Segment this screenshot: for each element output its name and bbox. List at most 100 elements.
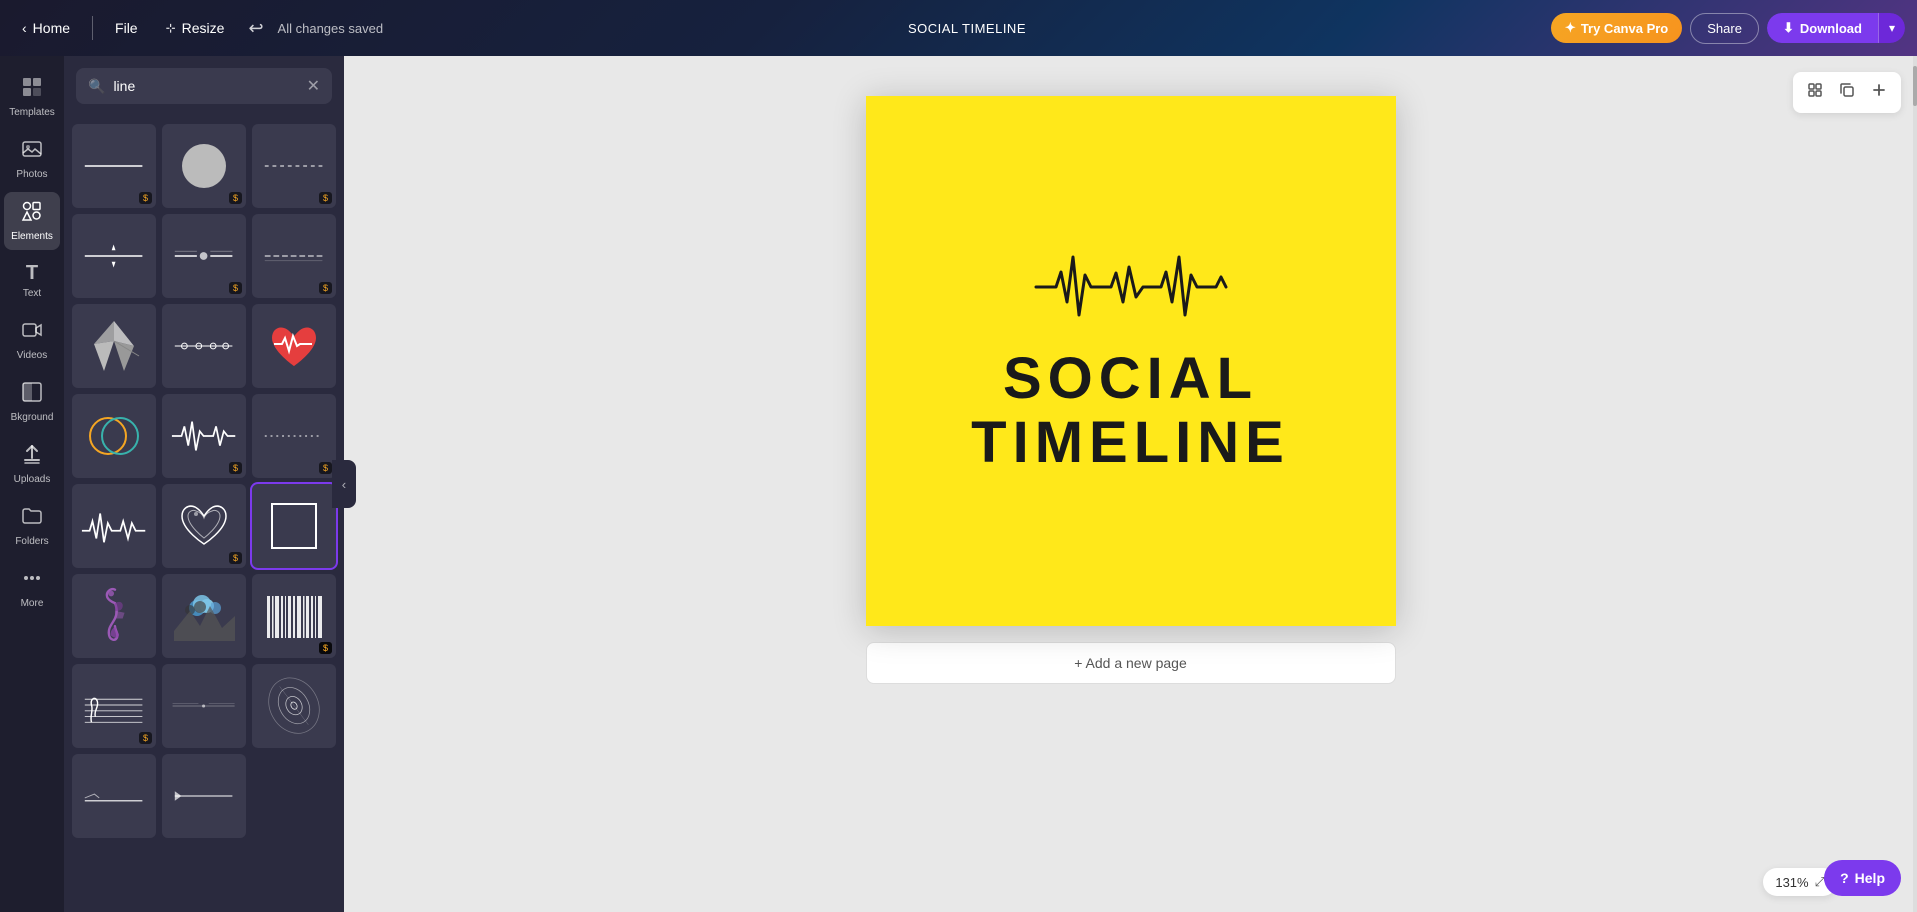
more-icon xyxy=(21,567,43,595)
uploads-icon xyxy=(21,443,43,471)
navbar: ‹ Home File ⊹ Resize ↩ All changes saved… xyxy=(0,0,1917,56)
list-item[interactable] xyxy=(162,664,246,748)
text-icon: T xyxy=(26,262,38,285)
list-item[interactable]: $ xyxy=(162,214,246,298)
sidebar-icons: Templates Photos Elements xyxy=(0,56,64,912)
sidebar-item-label: Folders xyxy=(15,536,48,547)
help-button[interactable]: ? Help xyxy=(1824,860,1901,896)
sidebar-item-folders[interactable]: Folders xyxy=(4,497,60,555)
sidebar-item-photos[interactable]: Photos xyxy=(4,130,60,188)
list-item[interactable]: $ xyxy=(252,214,336,298)
list-item[interactable] xyxy=(72,394,156,478)
list-item[interactable] xyxy=(72,574,156,658)
search-panel: 🔍 ✕ $ $ xyxy=(64,56,344,912)
hide-panel-button[interactable]: ‹ xyxy=(332,460,356,508)
duplicate-page-button[interactable] xyxy=(1835,78,1859,107)
sidebar-item-label: Photos xyxy=(16,169,47,180)
sidebar-item-label: Uploads xyxy=(14,474,51,485)
list-item[interactable]: $ xyxy=(72,124,156,208)
list-item[interactable]: $ xyxy=(252,394,336,478)
download-options-button[interactable]: ▾ xyxy=(1878,13,1905,43)
chevron-down-icon: ▾ xyxy=(1889,21,1895,35)
list-item[interactable]: $ xyxy=(162,124,246,208)
search-icon: 🔍 xyxy=(88,78,105,95)
add-new-page-button[interactable]: + Add a new page xyxy=(866,642,1396,684)
main-area: Templates Photos Elements xyxy=(0,56,1917,912)
templates-icon xyxy=(21,76,43,104)
list-item[interactable] xyxy=(72,304,156,388)
frame-icon xyxy=(1807,85,1823,102)
file-button[interactable]: File xyxy=(105,14,148,42)
download-group: ⬇ Download ▾ xyxy=(1767,13,1905,43)
list-item[interactable] xyxy=(72,754,156,838)
share-button[interactable]: Share xyxy=(1690,13,1759,44)
home-button[interactable]: ‹ Home xyxy=(12,14,80,42)
scroll-indicator xyxy=(1913,56,1917,912)
canvas-title[interactable]: SOCIAL TIMELINE xyxy=(866,347,1396,475)
sidebar-item-videos[interactable]: Videos xyxy=(4,311,60,369)
duplicate-icon xyxy=(1839,85,1855,102)
frame-view-button[interactable] xyxy=(1803,78,1827,107)
undo-button[interactable]: ↩ xyxy=(242,14,269,43)
list-item[interactable] xyxy=(252,304,336,388)
resize-button[interactable]: ⊹ Resize xyxy=(156,14,235,42)
autosave-status: All changes saved xyxy=(278,21,384,36)
download-icon: ⬇ xyxy=(1783,20,1794,36)
list-item[interactable] xyxy=(252,484,336,568)
sidebar-item-more[interactable]: More xyxy=(4,559,60,617)
nav-right-actions: ✦ Try Canva Pro Share ⬇ Download ▾ xyxy=(1551,13,1905,44)
add-page-icon-button[interactable] xyxy=(1867,78,1891,107)
list-item[interactable]: $ xyxy=(162,484,246,568)
design-canvas[interactable]: SOCIAL TIMELINE xyxy=(866,96,1396,626)
plus-icon xyxy=(1871,85,1887,102)
sidebar-item-label: Elements xyxy=(11,231,53,242)
search-box: 🔍 ✕ xyxy=(64,56,344,116)
elements-grid: $ $ $ xyxy=(64,116,344,846)
zoom-level: 131% xyxy=(1775,875,1808,890)
search-input-wrapper: 🔍 ✕ xyxy=(76,68,332,104)
canvas-wrapper: SOCIAL TIMELINE + Add a new page xyxy=(866,96,1396,684)
resize-icon: ⊹ xyxy=(166,21,176,35)
sidebar-item-background[interactable]: Bkground xyxy=(4,373,60,431)
clear-search-button[interactable]: ✕ xyxy=(307,76,320,96)
list-item[interactable]: $ $ xyxy=(252,574,336,658)
sidebar-item-elements[interactable]: Elements xyxy=(4,192,60,250)
list-item[interactable] xyxy=(162,754,246,838)
scroll-thumb[interactable] xyxy=(1913,66,1917,106)
list-item[interactable] xyxy=(162,574,246,658)
canvas-area: SOCIAL TIMELINE + Add a new page xyxy=(344,56,1917,912)
sidebar-item-label: More xyxy=(21,598,44,609)
list-item[interactable] xyxy=(252,664,336,748)
panel-container: 🔍 ✕ $ $ xyxy=(64,56,344,912)
elements-icon xyxy=(21,200,43,228)
list-item[interactable]: $ xyxy=(72,664,156,748)
list-item[interactable]: $ xyxy=(252,124,336,208)
list-item[interactable]: $ xyxy=(162,394,246,478)
document-title: SOCIAL TIMELINE xyxy=(908,21,1026,36)
try-canva-pro-button[interactable]: ✦ Try Canva Pro xyxy=(1551,13,1682,43)
sidebar-item-label: Templates xyxy=(9,107,55,118)
sidebar-item-label: Videos xyxy=(17,350,47,361)
photos-icon xyxy=(21,138,43,166)
nav-divider xyxy=(92,16,93,40)
list-item[interactable] xyxy=(162,304,246,388)
chevron-left-icon: ‹ xyxy=(342,477,346,492)
search-input[interactable] xyxy=(113,78,298,94)
download-button[interactable]: ⬇ Download xyxy=(1767,13,1878,43)
nav-center: SOCIAL TIMELINE xyxy=(391,21,1543,36)
sidebar-item-templates[interactable]: Templates xyxy=(4,68,60,126)
canvas-toolbar xyxy=(1793,72,1901,113)
home-icon: ‹ xyxy=(22,20,27,36)
videos-icon xyxy=(21,319,43,347)
sidebar-item-label: Text xyxy=(23,288,41,299)
waveform-element[interactable] xyxy=(1031,247,1231,327)
sidebar-item-label: Bkground xyxy=(11,412,54,423)
list-item[interactable] xyxy=(72,214,156,298)
sidebar-item-text[interactable]: T Text xyxy=(4,254,60,307)
help-icon: ? xyxy=(1840,870,1849,886)
background-icon xyxy=(21,381,43,409)
folders-icon xyxy=(21,505,43,533)
sidebar-item-uploads[interactable]: Uploads xyxy=(4,435,60,493)
star-icon: ✦ xyxy=(1565,20,1576,36)
list-item[interactable] xyxy=(72,484,156,568)
